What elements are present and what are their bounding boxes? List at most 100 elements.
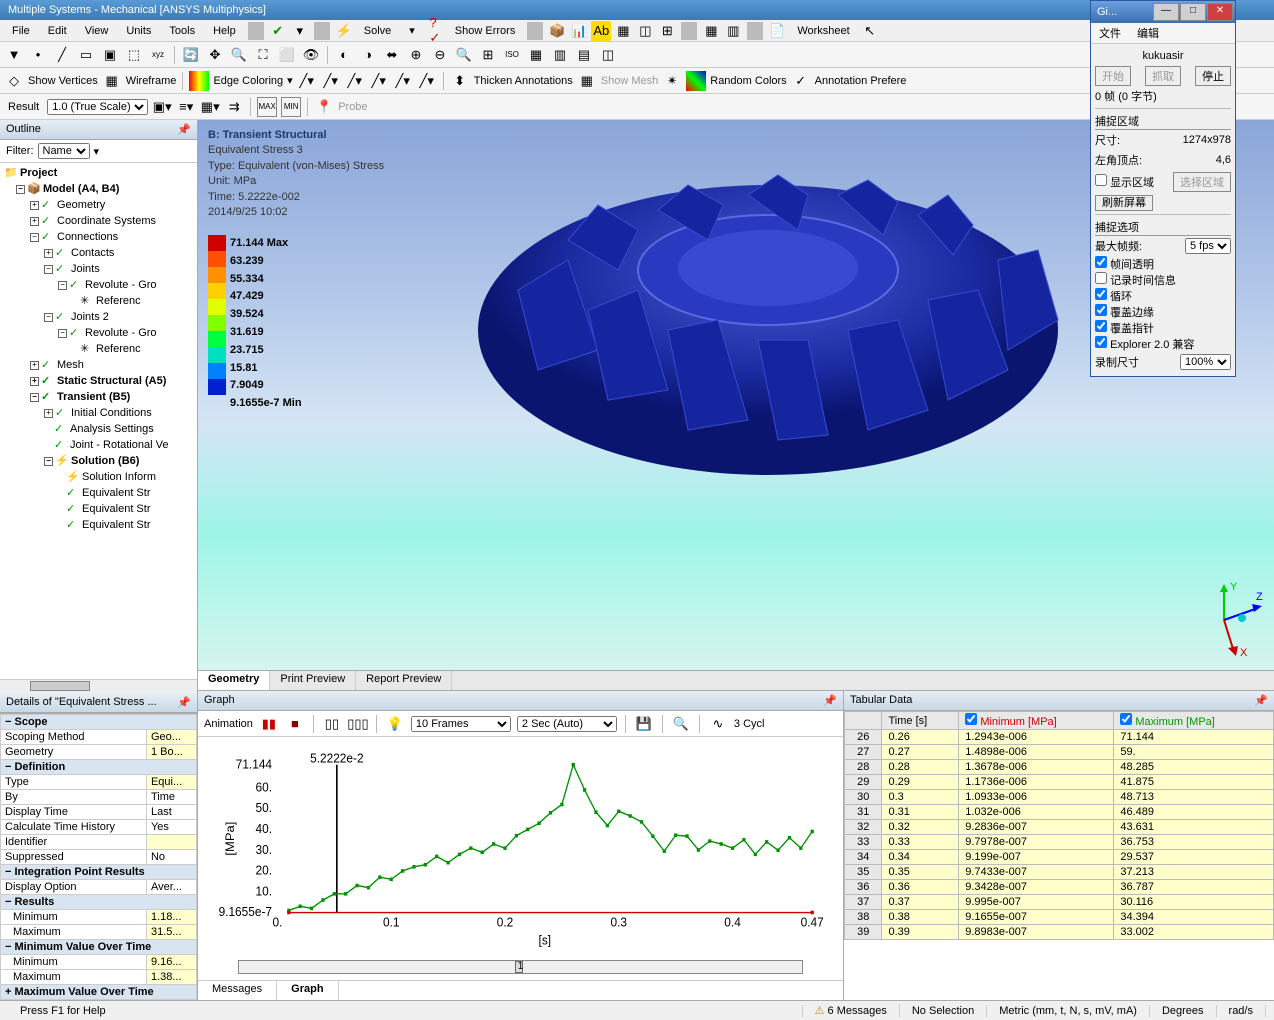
cover-pointer-check[interactable] bbox=[1095, 320, 1107, 332]
minimize-button[interactable]: — bbox=[1153, 3, 1179, 21]
vertex-icon[interactable]: • bbox=[28, 45, 48, 65]
min-icon[interactable]: MIN bbox=[281, 97, 301, 117]
tb-icon-7[interactable]: ▦ bbox=[701, 21, 721, 41]
bulb-icon[interactable]: 💡 bbox=[385, 714, 405, 734]
capture-window[interactable]: Gi... — □ ✕ 文件 编辑 kukuasir 开始 抓取 停止 0 帧 … bbox=[1090, 0, 1236, 377]
errors-icon[interactable]: ?✓ bbox=[425, 21, 445, 41]
expander-icon[interactable]: + bbox=[44, 409, 53, 418]
expander-icon[interactable]: + bbox=[30, 217, 39, 226]
show-mesh-button[interactable]: Show Mesh bbox=[601, 75, 658, 87]
frames-select[interactable]: 10 Frames bbox=[411, 716, 511, 732]
worksheet-icon[interactable]: 📄 bbox=[767, 21, 787, 41]
edge-5-icon[interactable]: ╱▾ bbox=[393, 71, 413, 91]
frame-mode2-icon[interactable]: ▯▯▯ bbox=[348, 714, 368, 734]
random-colors-button[interactable]: Random Colors bbox=[710, 75, 786, 87]
sweep-icon[interactable]: ⇉ bbox=[224, 97, 244, 117]
start-button[interactable]: 开始 bbox=[1095, 66, 1131, 86]
record-time-check[interactable] bbox=[1095, 272, 1107, 284]
loop-check[interactable] bbox=[1095, 288, 1107, 300]
axis-triad[interactable]: Y Z X bbox=[1184, 580, 1264, 660]
show-vertices-button[interactable]: Show Vertices bbox=[28, 75, 98, 87]
pin-icon[interactable]: 📌 bbox=[1254, 694, 1268, 707]
edge-1-icon[interactable]: ╱▾ bbox=[297, 71, 317, 91]
edge-coloring-button[interactable]: Edge Coloring bbox=[213, 75, 283, 87]
pan-icon[interactable]: ✥ bbox=[205, 45, 225, 65]
view-icon-3[interactable]: ⬌ bbox=[382, 45, 402, 65]
expander-icon[interactable]: − bbox=[58, 281, 67, 290]
filter-select[interactable]: Name bbox=[38, 143, 90, 159]
cycle-icon[interactable]: ∿ bbox=[708, 714, 728, 734]
scrollbar-thumb[interactable] bbox=[30, 681, 90, 691]
random-icon[interactable]: ✴ bbox=[662, 71, 682, 91]
tb-icon-8[interactable]: ▥ bbox=[723, 21, 743, 41]
cover-edge-check[interactable] bbox=[1095, 304, 1107, 316]
edge-2-icon[interactable]: ╱▾ bbox=[321, 71, 341, 91]
menu-view[interactable]: View bbox=[77, 23, 117, 39]
annotation-prefs-button[interactable]: Annotation Prefere bbox=[815, 75, 907, 87]
fps-select[interactable]: 5 fps bbox=[1185, 238, 1231, 254]
menu-units[interactable]: Units bbox=[118, 23, 159, 39]
capture-menu-edit[interactable]: 编辑 bbox=[1129, 23, 1167, 43]
annot-prefs-icon[interactable]: ✓ bbox=[791, 71, 811, 91]
expander-icon[interactable]: − bbox=[44, 457, 53, 466]
view-icon-6[interactable]: 🔍 bbox=[454, 45, 474, 65]
menu-edit[interactable]: Edit bbox=[40, 23, 75, 39]
tab-geometry[interactable]: Geometry bbox=[198, 671, 270, 690]
view-icon-10[interactable]: ▤ bbox=[574, 45, 594, 65]
vertices-icon[interactable]: ◇ bbox=[4, 71, 24, 91]
expander-icon[interactable]: + bbox=[44, 249, 53, 258]
look-icon[interactable]: 👁 bbox=[301, 45, 321, 65]
data-table[interactable]: Time [s] Minimum [MPa] Maximum [MPa] 260… bbox=[844, 711, 1274, 940]
expander-icon[interactable]: + bbox=[30, 201, 39, 210]
expander-icon[interactable]: − bbox=[44, 265, 53, 274]
tb-icon-1[interactable]: 📦 bbox=[547, 21, 567, 41]
min-checkbox[interactable] bbox=[965, 713, 977, 725]
refresh-button[interactable]: 刷新屏幕 bbox=[1095, 195, 1153, 211]
show-errors-button[interactable]: Show Errors bbox=[447, 23, 524, 39]
rotate-icon[interactable]: 🔄 bbox=[181, 45, 201, 65]
stop-icon[interactable]: ■ bbox=[285, 714, 305, 734]
show-mesh-icon[interactable]: ▦ bbox=[577, 71, 597, 91]
edge-4-icon[interactable]: ╱▾ bbox=[369, 71, 389, 91]
tab-report-preview[interactable]: Report Preview bbox=[356, 671, 452, 690]
zoom-icon[interactable]: 🔍 bbox=[229, 45, 249, 65]
duration-select[interactable]: 2 Sec (Auto) bbox=[517, 716, 617, 732]
colors-icon[interactable] bbox=[686, 71, 706, 91]
frame-mode-icon[interactable]: ▯▯ bbox=[322, 714, 342, 734]
zoom-box-icon[interactable]: ⬜ bbox=[277, 45, 297, 65]
view-icon-4[interactable]: ⊕ bbox=[406, 45, 426, 65]
recsize-select[interactable]: 100% bbox=[1180, 354, 1231, 370]
expander-icon[interactable]: − bbox=[16, 185, 25, 194]
expander-icon[interactable]: − bbox=[58, 329, 67, 338]
show-region-check[interactable] bbox=[1095, 174, 1107, 186]
mag-icon[interactable]: 🔍 bbox=[671, 714, 691, 734]
cube-icon[interactable]: ▣▾ bbox=[152, 97, 172, 117]
expander-icon[interactable]: − bbox=[30, 393, 39, 402]
tb-icon-5[interactable]: ◫ bbox=[635, 21, 655, 41]
max-icon[interactable]: MAX bbox=[257, 97, 277, 117]
tb-icon-2[interactable]: 📊 bbox=[569, 21, 589, 41]
edge-3-icon[interactable]: ╱▾ bbox=[345, 71, 365, 91]
probe-button[interactable]: Probe bbox=[338, 101, 367, 113]
pin-icon[interactable]: 📌 bbox=[177, 123, 191, 136]
view-icon-9[interactable]: ▥ bbox=[550, 45, 570, 65]
solve-icon[interactable]: ⚡ bbox=[334, 21, 354, 41]
expander-icon[interactable]: − bbox=[30, 233, 39, 242]
thicken-icon[interactable]: ⬍ bbox=[450, 71, 470, 91]
status-messages[interactable]: ⚠ 6 Messages bbox=[803, 1004, 900, 1017]
thicken-button[interactable]: Thicken Annotations bbox=[474, 75, 573, 87]
check-icon[interactable]: ✔ bbox=[268, 21, 288, 41]
capture-menu-file[interactable]: 文件 bbox=[1091, 23, 1129, 43]
time-slider[interactable]: 1 bbox=[238, 960, 803, 974]
edge-icon[interactable]: ╱ bbox=[52, 45, 72, 65]
face-icon[interactable]: ▭ bbox=[76, 45, 96, 65]
dropdown-icon[interactable]: ▾ bbox=[290, 21, 310, 41]
view-icon-11[interactable]: ◫ bbox=[598, 45, 618, 65]
view-icon-7[interactable]: ⊞ bbox=[478, 45, 498, 65]
tab-graph[interactable]: Graph bbox=[277, 981, 338, 1000]
zoom-fit-icon[interactable]: ⛶ bbox=[253, 45, 273, 65]
maximize-button[interactable]: □ bbox=[1180, 3, 1206, 21]
outline-tree[interactable]: 📁Project −📦Model (A4, B4) +✓Geometry +✓C… bbox=[0, 163, 197, 679]
grab-button[interactable]: 抓取 bbox=[1145, 66, 1181, 86]
body-icon[interactable]: ▣ bbox=[100, 45, 120, 65]
